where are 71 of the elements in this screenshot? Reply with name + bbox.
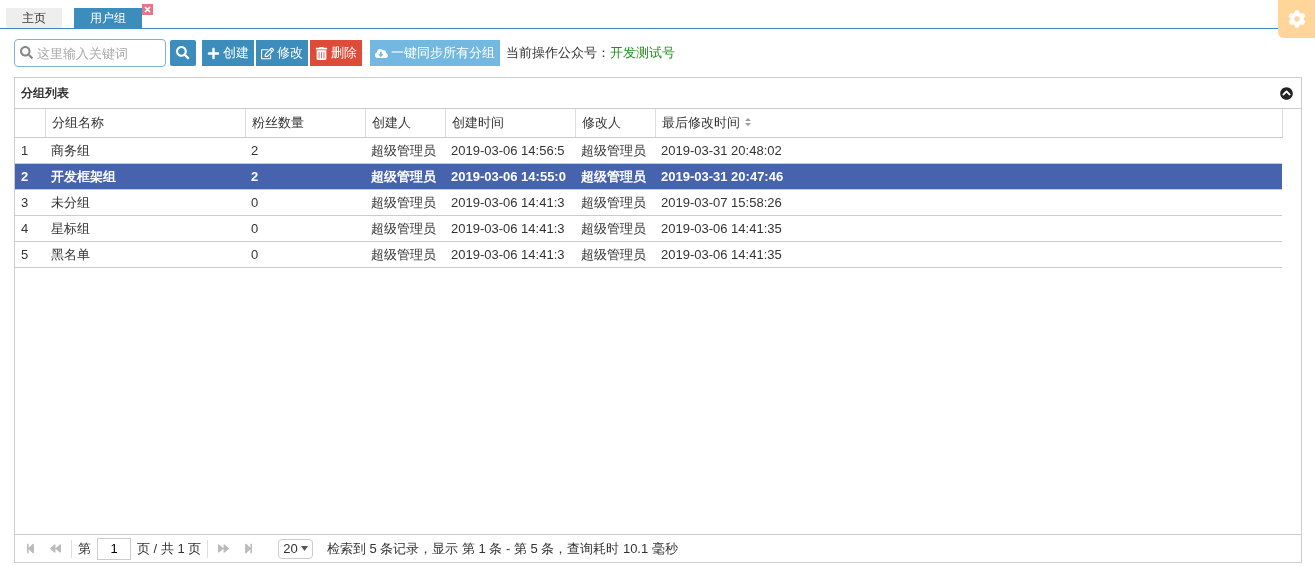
table-cell: 超级管理员 (575, 215, 655, 242)
sort-icon (743, 117, 752, 127)
table-cell: 星标组 (45, 215, 245, 242)
table-cell: 超级管理员 (575, 137, 655, 164)
table-cell: 超级管理员 (365, 137, 445, 164)
table-cell: 黑名单 (45, 241, 245, 268)
collapse-icon[interactable] (1280, 86, 1293, 100)
tab[interactable]: 用户组 (74, 8, 142, 28)
table-cell: 2019-03-06 14:41:3 (445, 241, 575, 268)
table-cell: 超级管理员 (365, 241, 445, 268)
table-cell: 2019-03-06 14:41:35 (655, 241, 1282, 268)
table-cell: 商务组 (45, 137, 245, 164)
table-cell: 开发框架组 (45, 163, 245, 190)
page-total: 页 / 共 1 页 (137, 539, 202, 558)
search-field[interactable]: 这里输入关键词 (14, 39, 166, 67)
table-cell: 2 (245, 137, 365, 164)
page-input[interactable]: 1 (97, 537, 131, 560)
table-row[interactable]: 1 商务组 2 超级管理员 2019-03-06 14:56:5 超级管理员 2019-03-31 20:48:02 (15, 137, 1282, 164)
caret-icon (300, 546, 308, 551)
column-header[interactable]: 分组名称 (45, 109, 245, 138)
account-label: 当前操作公众号：开发测试号 (506, 44, 675, 62)
edit-button[interactable]: 修改 (256, 40, 308, 66)
table-cell: 超级管理员 (365, 215, 445, 242)
cloud-download-icon (375, 46, 388, 60)
table-row[interactable]: 5 黑名单 0 超级管理员 2019-03-06 14:41:3 超级管理员 2019-03-06 14:41:35 (15, 241, 1282, 268)
row-number: 4 (15, 215, 45, 242)
table-cell: 2 (245, 163, 365, 190)
page-label: 第 (78, 539, 91, 558)
page-size-select[interactable]: 20 (278, 538, 313, 559)
column-header[interactable]: 创建时间 (445, 109, 575, 138)
row-number: 5 (15, 241, 45, 268)
row-number: 1 (15, 137, 45, 164)
table-cell: 未分组 (45, 189, 245, 216)
trash-icon (315, 46, 328, 60)
table-row[interactable]: 4 星标组 0 超级管理员 2019-03-06 14:41:3 超级管理员 2019-03-06 14:41:35 (15, 215, 1282, 242)
table-cell: 0 (245, 215, 365, 242)
table-cell: 2019-03-06 14:41:3 (445, 215, 575, 242)
table-cell: 2019-03-31 20:48:02 (655, 137, 1282, 164)
column-header[interactable]: 修改人 (575, 109, 655, 138)
table-cell: 超级管理员 (365, 189, 445, 216)
table-cell: 2019-03-06 14:56:5 (445, 137, 575, 164)
table-cell: 2019-03-06 14:41:3 (445, 189, 575, 216)
edit-icon (261, 46, 274, 60)
panel-title: 分组列表 (21, 84, 69, 102)
row-number: 2 (15, 163, 45, 190)
table-cell: 0 (245, 189, 365, 216)
search-icon (176, 46, 190, 60)
table-cell: 超级管理员 (575, 163, 655, 190)
settings-icon (1287, 10, 1306, 28)
search-button[interactable] (170, 40, 196, 66)
table-row[interactable]: 3 未分组 0 超级管理员 2019-03-06 14:41:3 超级管理员 2019-03-07 15:58:26 (15, 189, 1282, 216)
table-cell: 超级管理员 (575, 189, 655, 216)
table-cell: 0 (245, 241, 365, 268)
table-row[interactable]: 2 开发框架组 2 超级管理员 2019-03-06 14:55:0 超级管理员 2019-03-31 20:47:46 (15, 163, 1282, 190)
table-cell: 2019-03-06 14:41:35 (655, 215, 1282, 242)
plus-icon (207, 46, 220, 60)
delete-button[interactable]: 删除 (310, 40, 362, 66)
tab[interactable]: 主页 (6, 8, 62, 28)
table-cell: 超级管理员 (365, 163, 445, 190)
table-cell: 2019-03-31 20:47:46 (655, 163, 1282, 190)
create-button[interactable]: 创建 (202, 40, 254, 66)
row-number: 3 (15, 189, 45, 216)
column-header[interactable]: 粉丝数量 (245, 109, 365, 138)
pager-info: 检索到 5 条记录，显示 第 1 条 - 第 5 条，查询耗时 10.1 毫秒 (326, 539, 678, 558)
settings-button[interactable] (1278, 0, 1315, 38)
table-cell: 2019-03-06 14:55:0 (445, 163, 575, 190)
column-header[interactable]: 最后修改时间 (655, 109, 1282, 138)
table-cell: 2019-03-07 15:58:26 (655, 189, 1282, 216)
close-icon[interactable] (142, 4, 153, 15)
table-cell: 超级管理员 (575, 241, 655, 268)
column-header[interactable]: 创建人 (365, 109, 445, 138)
